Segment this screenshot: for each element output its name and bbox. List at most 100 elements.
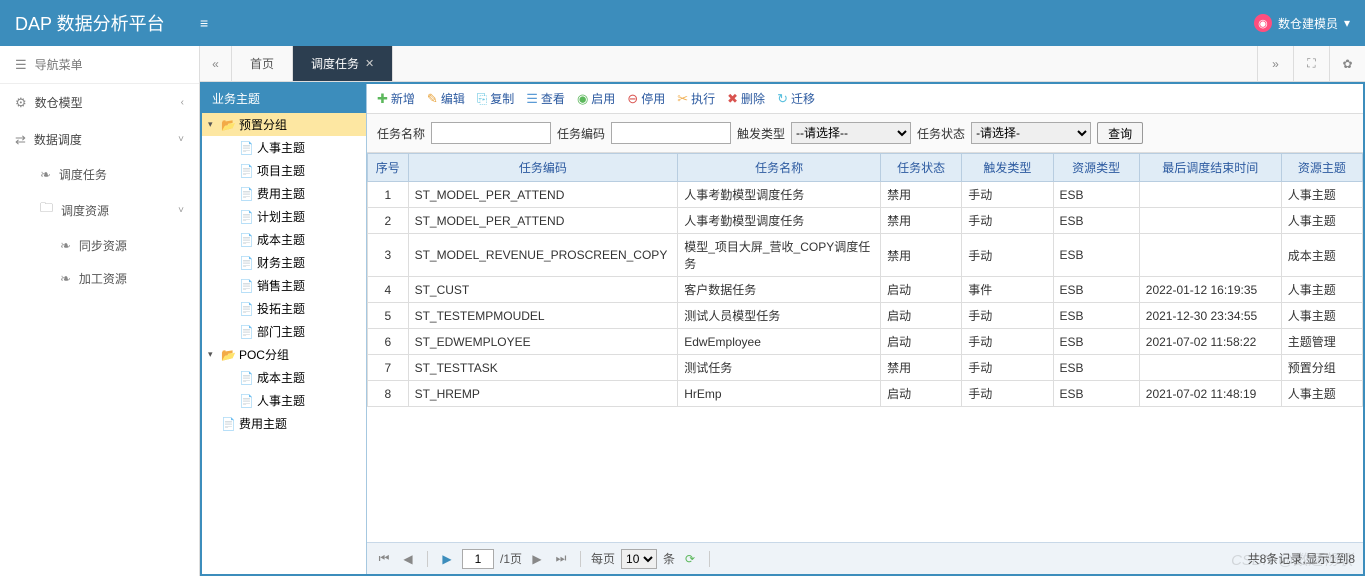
app-header: DAP 数据分析平台 ≡ ◉ 数仓建模员 ▾	[0, 0, 1365, 46]
cell: 测试人员模型任务	[678, 303, 881, 329]
cell: 人事考勤模型调度任务	[678, 208, 881, 234]
cell: ESB	[1053, 277, 1139, 303]
col-header[interactable]: 任务名称	[678, 154, 881, 182]
table-row[interactable]: 8ST_HREMPHrEmp启动手动ESB2021-07-02 11:48:19…	[368, 381, 1363, 407]
nav-item-model[interactable]: ⚙ 数仓模型 ‹	[0, 84, 199, 121]
cell: 手动	[962, 381, 1053, 407]
enable-button[interactable]: ◉启用	[577, 90, 615, 107]
menu-toggle-icon[interactable]: ≡	[200, 15, 220, 31]
col-header[interactable]: 触发类型	[962, 154, 1053, 182]
tab-scroll-left[interactable]: «	[200, 46, 232, 81]
refresh-icon[interactable]: ⟳	[681, 550, 699, 568]
tree-label: 部门主题	[257, 323, 305, 340]
tree-node[interactable]: 📄费用主题	[202, 412, 366, 435]
tree-label: 财务主题	[257, 254, 305, 271]
cogs-icon: ⚙	[15, 95, 27, 111]
tree-node[interactable]: 📄费用主题	[202, 182, 366, 205]
cell: 人事主题	[1281, 208, 1362, 234]
nav-subsub-sync[interactable]: ❧ 同步资源	[0, 229, 199, 262]
filter-name-label: 任务名称	[377, 125, 425, 142]
btn-label: 复制	[490, 90, 514, 107]
exec-button[interactable]: ✂执行	[677, 90, 715, 107]
trigger-select[interactable]: --请选择--	[791, 122, 911, 144]
tree-label: 计划主题	[257, 208, 305, 225]
cell: 禁用	[881, 355, 962, 381]
tree-node[interactable]: 📄成本主题	[202, 366, 366, 389]
col-header[interactable]: 序号	[368, 154, 409, 182]
nav-label: 数仓模型	[35, 94, 83, 111]
tree-node[interactable]: 📄人事主题	[202, 136, 366, 159]
tab-scroll-right[interactable]: »	[1257, 46, 1293, 81]
btn-label: 查看	[541, 90, 565, 107]
plus-icon: ✚	[377, 91, 388, 107]
tab-home[interactable]: 首页	[232, 46, 293, 81]
view-button[interactable]: ☰查看	[526, 90, 565, 107]
nav-sub-tasks[interactable]: ❧ 调度任务	[0, 158, 199, 191]
tree-node[interactable]: 📄部门主题	[202, 320, 366, 343]
tree-node[interactable]: ▾📂预置分组	[202, 113, 366, 136]
user-name: 数仓建模员	[1278, 15, 1338, 32]
tree-node[interactable]: 📄成本主题	[202, 228, 366, 251]
cell: 启动	[881, 381, 962, 407]
pager-info: 共8条记录,显示1到8	[1248, 550, 1355, 567]
nav-item-schedule[interactable]: ⇄ 数据调度 ˅	[0, 121, 199, 158]
add-button[interactable]: ✚新增	[377, 90, 415, 107]
cell: ST_HREMP	[408, 381, 678, 407]
tree-node[interactable]: 📄人事主题	[202, 389, 366, 412]
tree-toggle-icon: ▾	[208, 349, 218, 360]
col-header[interactable]: 资源类型	[1053, 154, 1139, 182]
nav-subsub-label: 同步资源	[79, 237, 127, 254]
tree-node[interactable]: 📄计划主题	[202, 205, 366, 228]
tab-active[interactable]: 调度任务 ✕	[293, 46, 393, 81]
page-input[interactable]	[462, 549, 494, 569]
disable-button[interactable]: ⊖停用	[627, 90, 665, 107]
task-name-input[interactable]	[431, 122, 551, 144]
table-row[interactable]: 4ST_CUST客户数据任务启动事件ESB2022-01-12 16:19:35…	[368, 277, 1363, 303]
nav-title: ☰ 导航菜单	[0, 46, 199, 84]
tree-node[interactable]: 📄销售主题	[202, 274, 366, 297]
page-last[interactable]: ⏭	[552, 550, 570, 568]
col-header[interactable]: 最后调度结束时间	[1139, 154, 1281, 182]
table-row[interactable]: 1ST_MODEL_PER_ATTEND人事考勤模型调度任务禁用手动ESB人事主…	[368, 182, 1363, 208]
cell: ESB	[1053, 355, 1139, 381]
table-row[interactable]: 6ST_EDWEMPLOYEEEdwEmployee启动手动ESB2021-07…	[368, 329, 1363, 355]
cell: ST_TESTEMPMOUDEL	[408, 303, 678, 329]
page-next[interactable]: ▶	[528, 550, 546, 568]
page-total: /1页	[500, 550, 522, 567]
nav-sub-resources[interactable]: 🗀 调度资源 ˅	[0, 191, 199, 229]
per-page-select[interactable]: 10	[621, 549, 657, 569]
query-button[interactable]: 查询	[1097, 122, 1143, 144]
header-user[interactable]: ◉ 数仓建模员 ▾	[1254, 14, 1365, 32]
table-row[interactable]: 2ST_MODEL_PER_ATTEND人事考勤模型调度任务禁用手动ESB人事主…	[368, 208, 1363, 234]
page-prev[interactable]: ◀	[399, 550, 417, 568]
tree-node[interactable]: 📄财务主题	[202, 251, 366, 274]
gear-icon[interactable]: ✿	[1329, 46, 1365, 81]
col-header[interactable]: 资源主题	[1281, 154, 1362, 182]
nav-subsub-proc[interactable]: ❧ 加工资源	[0, 262, 199, 295]
table-row[interactable]: 3ST_MODEL_REVENUE_PROSCREEN_COPY模型_项目大屏_…	[368, 234, 1363, 277]
copy-button[interactable]: ⎘复制	[477, 90, 514, 107]
cell: 人事考勤模型调度任务	[678, 182, 881, 208]
page-first[interactable]: ⏮	[375, 550, 393, 568]
tree-node[interactable]: 📄项目主题	[202, 159, 366, 182]
status-select[interactable]: -请选择-	[971, 122, 1091, 144]
cell: ESB	[1053, 208, 1139, 234]
edit-button[interactable]: ✎编辑	[427, 90, 465, 107]
tree-node[interactable]: ▾📂POC分组	[202, 343, 366, 366]
delete-button[interactable]: ✖删除	[727, 90, 765, 107]
tree-node[interactable]: 📄投拓主题	[202, 297, 366, 320]
page-go[interactable]: ▶	[438, 550, 456, 568]
wrench-icon: ✂	[677, 91, 688, 107]
col-header[interactable]: 任务编码	[408, 154, 678, 182]
nav-title-label: 导航菜单	[35, 56, 83, 73]
cell: 2021-07-02 11:58:22	[1139, 329, 1281, 355]
tab-close-icon[interactable]: ✕	[365, 57, 374, 70]
leaf-icon: ❧	[60, 238, 71, 254]
fullscreen-icon[interactable]: ⛶	[1293, 46, 1329, 81]
task-code-input[interactable]	[611, 122, 731, 144]
cell: 模型_项目大屏_营收_COPY调度任务	[678, 234, 881, 277]
col-header[interactable]: 任务状态	[881, 154, 962, 182]
migrate-button[interactable]: ↻迁移	[777, 90, 815, 107]
table-row[interactable]: 5ST_TESTEMPMOUDEL测试人员模型任务启动手动ESB2021-12-…	[368, 303, 1363, 329]
table-row[interactable]: 7ST_TESTTASK测试任务禁用手动ESB预置分组	[368, 355, 1363, 381]
